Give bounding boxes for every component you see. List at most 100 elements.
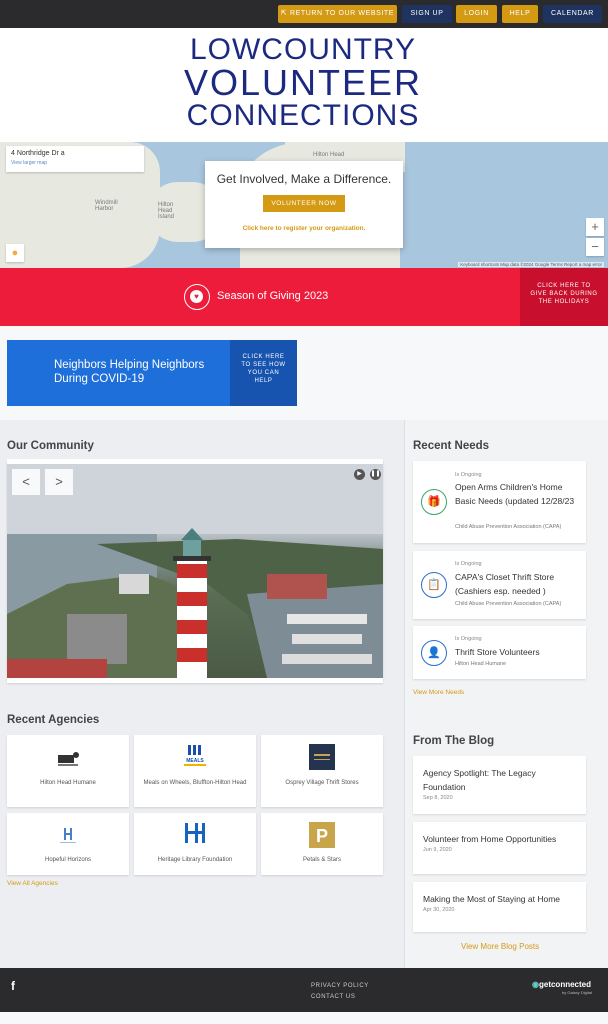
galaxy-digital-text: by Galaxy Digital xyxy=(562,990,593,995)
need-card[interactable]: 📋 Is Ongoing CAPA's Closet Thrift Store … xyxy=(413,551,586,619)
zoom-out-button[interactable]: − xyxy=(586,238,604,256)
recent-needs-title: Recent Needs xyxy=(413,440,490,452)
blog-date: Jun 9, 2020 xyxy=(423,847,452,853)
need-card[interactable]: 🎁 Is Ongoing Open Arms Children's Home B… xyxy=(413,461,586,543)
blog-card[interactable]: Agency Spotlight: The Legacy Foundation … xyxy=(413,756,586,814)
getconnected-text: getconnected xyxy=(538,980,591,989)
zoom-in-button[interactable]: + xyxy=(586,218,604,236)
need-title[interactable]: Thrift Store Volunteers xyxy=(455,645,581,659)
view-more-needs-link[interactable]: View More Needs xyxy=(413,689,464,696)
view-all-agencies-link[interactable]: View All Agencies xyxy=(7,880,58,887)
agency-name: Petals & Stars xyxy=(302,857,341,863)
give-back-button[interactable]: Click here to give back during the holid… xyxy=(520,268,608,326)
return-to-website-button[interactable]: ⇱ Return to Our Website xyxy=(278,5,397,23)
lighthouse-photo xyxy=(7,464,383,678)
gallery-next-button[interactable]: > xyxy=(45,469,73,495)
season-of-giving-banner: ♥ Season of Giving 2023 Click here to gi… xyxy=(0,268,608,326)
agency-name: Hilton Head Humane xyxy=(40,780,96,786)
neighbors-title: Neighbors Helping Neighbors During COVID… xyxy=(54,359,205,385)
humane-logo xyxy=(58,752,79,766)
agency-card[interactable]: Hopeful Horizons xyxy=(7,813,129,875)
register-organization-link[interactable]: Click here to register your organization… xyxy=(205,225,403,232)
agency-card[interactable]: MEALS Meals on Wheels, Bluffton-Hilton H… xyxy=(134,735,256,807)
user-heart-icon: 👤 xyxy=(421,640,447,666)
meals-on-wheels-logo: MEALS xyxy=(184,745,206,766)
logo-area: LOWCOUNTRY VOLUNTEER CONNECTIONS xyxy=(0,28,608,142)
community-photo: < > ▶ ❚❚ xyxy=(7,464,383,678)
getconnected-icon: ◉ xyxy=(532,980,539,989)
help-button[interactable]: Help xyxy=(502,5,538,23)
need-card[interactable]: 👤 Is Ongoing Thrift Store Volunteers Hil… xyxy=(413,626,586,679)
see-how-you-can-help-button[interactable]: Click here to see how you can help xyxy=(230,340,297,406)
agency-card[interactable]: Osprey Village Thrift Stores xyxy=(261,735,383,807)
neighbors-section: Neighbors Helping Neighbors During COVID… xyxy=(0,326,608,420)
from-the-blog-title: From The Blog xyxy=(413,735,495,747)
need-title[interactable]: CAPA's Closet Thrift Store (Cashiers esp… xyxy=(455,570,581,598)
external-link-icon: ⇱ xyxy=(280,10,290,17)
blog-date: Sep 8, 2020 xyxy=(423,795,453,801)
top-bar: ⇱ Return to Our Website Sign Up Login He… xyxy=(0,0,608,28)
return-label: Return to Our Website xyxy=(289,10,395,17)
volunteer-now-button[interactable]: Volunteer Now xyxy=(263,195,345,212)
need-tag: Is Ongoing xyxy=(455,472,482,478)
need-org: Child Abuse Prevention Association (CAPA… xyxy=(455,524,562,530)
need-tag: Is Ongoing xyxy=(455,561,482,567)
need-title[interactable]: Open Arms Children's Home Basic Needs (u… xyxy=(455,480,581,508)
agency-card[interactable]: Hilton Head Humane xyxy=(7,735,129,807)
need-org: Hilton Head Humane xyxy=(455,661,507,667)
community-gallery: < > ▶ ❚❚ xyxy=(7,459,383,683)
blog-title[interactable]: Making the Most of Staying at Home xyxy=(423,892,579,906)
map-address: 4 Northridge Dr a xyxy=(11,150,65,157)
agency-name: Osprey Village Thrift Stores xyxy=(285,780,359,786)
clipboard-icon: 📋 xyxy=(421,572,447,598)
footer: f Privacy Policy Contact Us ◉getconnecte… xyxy=(0,968,608,1012)
season-of-giving-title: Season of Giving 2023 xyxy=(217,290,329,302)
privacy-policy-link[interactable]: Privacy Policy xyxy=(311,983,369,989)
play-icon[interactable]: ▶ xyxy=(354,469,365,480)
get-involved-title: Get Involved, Make a Difference. xyxy=(216,172,392,186)
bottom-strip xyxy=(0,1012,608,1024)
map-label: Windmill Harbor xyxy=(95,200,118,212)
agency-name: Hopeful Horizons xyxy=(44,857,92,863)
logo-line-2: VOLUNTEER xyxy=(183,62,423,103)
map-location-card: 4 Northridge Dr a View larger map xyxy=(6,146,144,172)
hopeful-horizons-logo xyxy=(60,828,76,843)
street-view-icon[interactable]: ● xyxy=(6,244,24,262)
petals-logo-text: P xyxy=(316,826,328,846)
agency-card[interactable]: P Petals & Stars xyxy=(261,813,383,875)
blog-title[interactable]: Agency Spotlight: The Legacy Foundation xyxy=(423,766,579,794)
blog-title[interactable]: Volunteer from Home Opportunities xyxy=(423,832,579,846)
site-logo[interactable]: LOWCOUNTRY VOLUNTEER CONNECTIONS xyxy=(150,34,456,138)
calendar-button[interactable]: Calendar xyxy=(543,5,602,23)
agency-card[interactable]: Heritage Library Foundation xyxy=(134,813,256,875)
our-community-title: Our Community xyxy=(7,440,94,452)
map-label: Hilton Head Island xyxy=(158,202,175,220)
map-label: Hilton Head xyxy=(313,152,345,158)
gift-icon: 🎁 xyxy=(421,489,447,515)
petals-and-stars-logo: P xyxy=(309,822,335,848)
facebook-icon[interactable]: f xyxy=(11,979,15,993)
blog-card[interactable]: Volunteer from Home Opportunities Jun 9,… xyxy=(413,822,586,874)
getconnected-logo[interactable]: ◉getconnected xyxy=(532,980,591,989)
agency-name: Heritage Library Foundation xyxy=(157,857,233,863)
neighbors-banner: Neighbors Helping Neighbors During COVID… xyxy=(7,340,297,406)
gallery-prev-button[interactable]: < xyxy=(12,469,40,495)
osprey-village-logo xyxy=(309,744,335,770)
need-org: Child Abuse Prevention Association (CAPA… xyxy=(455,601,562,607)
recent-agencies-title: Recent Agencies xyxy=(7,714,100,726)
sign-up-button[interactable]: Sign Up xyxy=(402,5,452,23)
blog-card[interactable]: Making the Most of Staying at Home Apr 3… xyxy=(413,882,586,932)
view-larger-map-link[interactable]: View larger map xyxy=(11,160,139,166)
map-attribution: Keyboard shortcuts Map data ©2024 Google… xyxy=(458,262,604,267)
heart-icon: ♥ xyxy=(184,284,210,310)
agency-name: Meals on Wheels, Bluffton-Hilton Head xyxy=(143,780,247,786)
view-more-blog-posts-link[interactable]: View More Blog Posts xyxy=(461,942,539,951)
need-tag: Is Ongoing xyxy=(455,636,482,642)
meals-logo-text: MEALS xyxy=(186,758,204,764)
login-button[interactable]: Login xyxy=(456,5,497,23)
contact-us-link[interactable]: Contact Us xyxy=(311,994,355,1000)
pause-icon[interactable]: ❚❚ xyxy=(370,469,381,480)
get-involved-card: Get Involved, Make a Difference. Volunte… xyxy=(205,161,403,248)
logo-line-3: CONNECTIONS xyxy=(186,99,420,132)
blog-date: Apr 30, 2020 xyxy=(423,907,455,913)
